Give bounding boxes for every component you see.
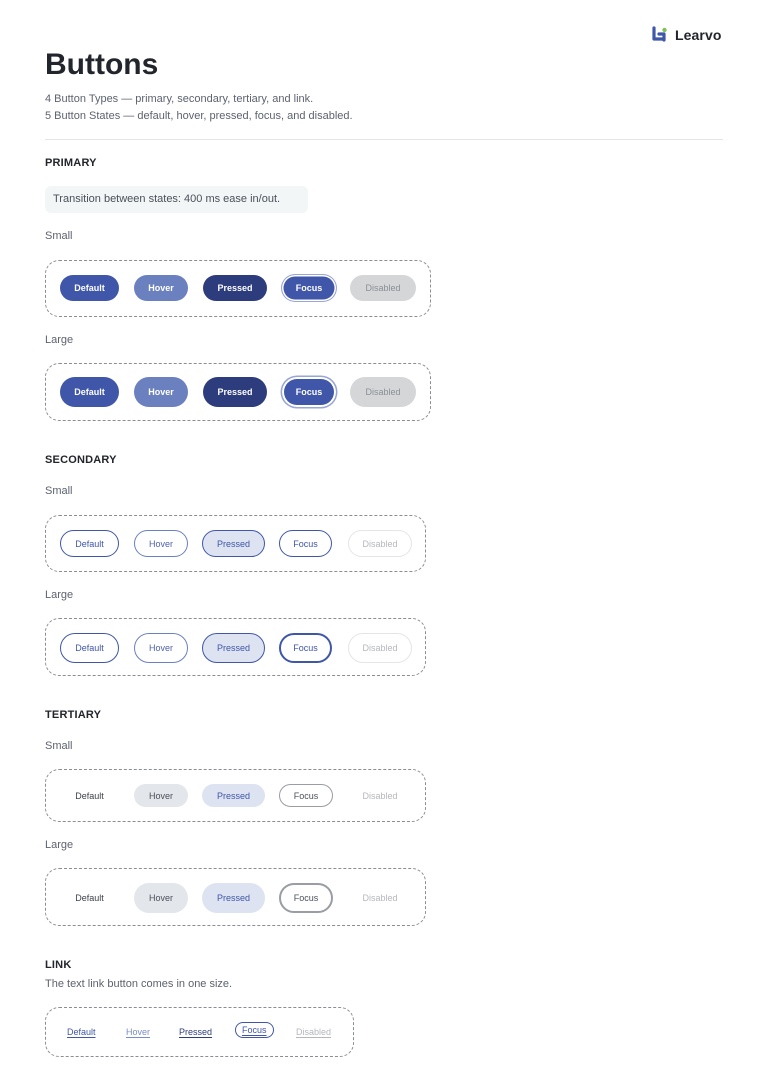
link-hover-button[interactable]: Hover	[126, 1027, 150, 1037]
secondary-large-label: Large	[45, 589, 74, 601]
primary-small-disabled-button: Disabled	[350, 275, 416, 301]
secondary-large-pressed-button[interactable]: Pressed	[202, 633, 265, 663]
secondary-small-pressed-button[interactable]: Pressed	[202, 530, 265, 557]
section-title-primary: PRIMARY	[45, 157, 97, 169]
primary-large-disabled-button: Disabled	[350, 377, 416, 407]
tertiary-large-group: Default Hover Pressed Focus Disabled	[45, 868, 426, 926]
primary-large-label: Large	[45, 334, 74, 346]
tertiary-large-focus-button[interactable]: Focus	[279, 883, 333, 913]
page-subtitle-states: 5 Button States — default, hover, presse…	[45, 110, 353, 122]
secondary-small-label: Small	[45, 485, 73, 497]
primary-large-pressed-button[interactable]: Pressed	[203, 377, 267, 407]
tertiary-large-pressed-button[interactable]: Pressed	[202, 883, 265, 913]
tertiary-large-disabled-button: Disabled	[362, 893, 398, 903]
tertiary-small-hover-button[interactable]: Hover	[134, 784, 188, 807]
secondary-small-default-button[interactable]: Default	[60, 530, 119, 557]
secondary-large-disabled-button: Disabled	[348, 633, 412, 663]
brand-logo: Learvo	[651, 25, 722, 45]
page-subtitle-types: 4 Button Types — primary, secondary, ter…	[45, 93, 314, 105]
section-title-tertiary: TERTIARY	[45, 709, 102, 721]
tertiary-small-group: Default Hover Pressed Focus Disabled	[45, 769, 426, 822]
tertiary-small-focus-button[interactable]: Focus	[279, 784, 333, 807]
tertiary-small-pressed-button[interactable]: Pressed	[202, 784, 265, 807]
learvo-logo-icon	[651, 26, 669, 44]
secondary-small-hover-button[interactable]: Hover	[134, 530, 188, 557]
link-description: The text link button comes in one size.	[45, 978, 233, 990]
primary-large-group: Default Hover Pressed Focus Disabled	[45, 363, 431, 421]
secondary-large-default-button[interactable]: Default	[60, 633, 119, 663]
secondary-large-group: Default Hover Pressed Focus Disabled	[45, 618, 426, 676]
primary-large-default-button[interactable]: Default	[60, 377, 119, 407]
tertiary-small-default-button[interactable]: Default	[60, 784, 119, 807]
primary-large-focus-button[interactable]: Focus	[282, 377, 336, 407]
link-default-button[interactable]: Default	[67, 1027, 96, 1037]
secondary-small-focus-button[interactable]: Focus	[279, 530, 332, 557]
brand-name: Learvo	[675, 27, 722, 43]
transition-note: Transition between states: 400 ms ease i…	[45, 186, 308, 213]
tertiary-large-label: Large	[45, 839, 74, 851]
secondary-large-hover-button[interactable]: Hover	[134, 633, 188, 663]
section-title-secondary: SECONDARY	[45, 454, 117, 466]
tertiary-large-default-button[interactable]: Default	[60, 883, 119, 913]
link-group: Default Hover Pressed Focus Disabled	[45, 1007, 354, 1057]
divider	[45, 139, 723, 140]
page-title: Buttons	[45, 48, 159, 81]
secondary-large-focus-button[interactable]: Focus	[279, 633, 332, 663]
secondary-small-disabled-button: Disabled	[348, 530, 412, 557]
primary-large-hover-button[interactable]: Hover	[134, 377, 188, 407]
primary-small-group: Default Hover Pressed Focus Disabled	[45, 260, 431, 317]
link-pressed-button[interactable]: Pressed	[179, 1027, 212, 1037]
section-title-link: LINK	[45, 959, 72, 971]
primary-small-default-button[interactable]: Default	[60, 275, 119, 301]
link-disabled-button: Disabled	[296, 1027, 332, 1037]
tertiary-large-hover-button[interactable]: Hover	[134, 883, 188, 913]
primary-small-hover-button[interactable]: Hover	[134, 275, 188, 301]
secondary-small-group: Default Hover Pressed Focus Disabled	[45, 515, 426, 572]
tertiary-small-label: Small	[45, 740, 73, 752]
link-focus-button[interactable]: Focus	[235, 1022, 274, 1038]
primary-small-pressed-button[interactable]: Pressed	[203, 275, 267, 301]
primary-small-label: Small	[45, 230, 73, 242]
tertiary-small-disabled-button: Disabled	[362, 790, 398, 801]
primary-small-focus-button[interactable]: Focus	[282, 275, 336, 301]
